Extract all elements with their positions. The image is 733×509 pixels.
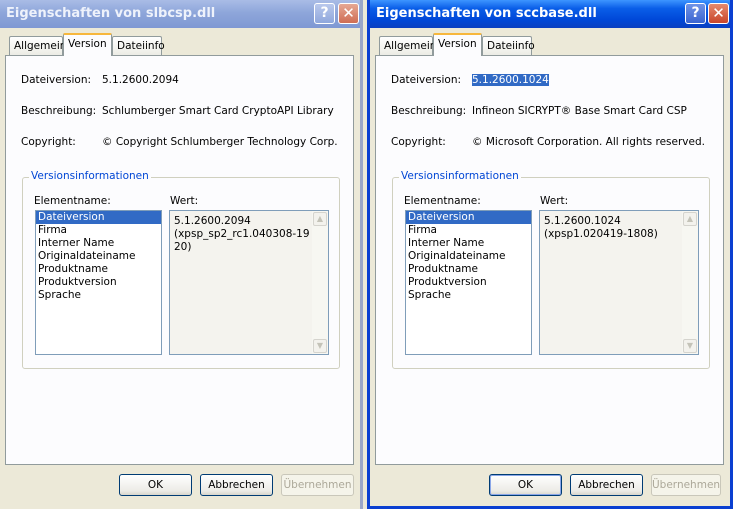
value-box[interactable]: 5.1.2600.2094 (xpsp_sp2_rc1.040308-19 20… <box>169 210 329 355</box>
copyright-label: Copyright: <box>391 136 446 148</box>
copyright-value: © Copyright Schlumberger Technology Corp… <box>102 136 338 148</box>
value-label: Wert: <box>170 195 199 207</box>
value-label: Wert: <box>540 195 569 207</box>
group-legend: Versionsinformationen <box>399 170 521 182</box>
file-version-label: Dateiversion: <box>391 74 462 86</box>
element-name-list[interactable]: Dateiversion Firma Interner Name Origina… <box>35 210 162 355</box>
file-version-value[interactable]: 5.1.2600.1024 <box>472 74 549 86</box>
scroll-down-arrow-icon[interactable]: ▼ <box>313 339 327 353</box>
copyright-label: Copyright: <box>21 136 76 148</box>
list-item[interactable]: Produktname <box>36 263 161 276</box>
window-title: Eigenschaften von sccbase.dll <box>376 6 597 21</box>
dialog-slbcsp-properties: Eigenschaften von slbcsp.dll ? ✕ Allgeme… <box>0 0 363 509</box>
help-icon[interactable]: ? <box>314 3 335 24</box>
file-version-label: Dateiversion: <box>21 74 92 86</box>
value-scrollbar[interactable]: ▲ ▼ <box>682 211 698 354</box>
list-item[interactable]: Firma <box>36 224 161 237</box>
tab-panel: Dateiversion: 5.1.2600.1024 Beschreibung… <box>375 55 724 465</box>
list-item[interactable]: Sprache <box>406 289 531 302</box>
list-item[interactable]: Firma <box>406 224 531 237</box>
scroll-down-arrow-icon[interactable]: ▼ <box>683 339 697 353</box>
description-value: Infineon SICRYPT® Base Smart Card CSP <box>472 105 687 117</box>
value-text: 5.1.2600.2094 (xpsp_sp2_rc1.040308-19 20… <box>174 215 310 253</box>
list-item[interactable]: Originaldateiname <box>406 250 531 263</box>
version-info-group: Versionsinformationen Elementname: Wert:… <box>22 170 340 369</box>
list-item[interactable]: Produktname <box>406 263 531 276</box>
help-icon[interactable]: ? <box>685 3 706 24</box>
scroll-up-arrow-icon[interactable]: ▲ <box>313 212 327 226</box>
title-bar[interactable]: Eigenschaften von slbcsp.dll ? ✕ <box>0 0 360 28</box>
copyright-value: © Microsoft Corporation. All rights rese… <box>472 136 705 148</box>
file-version-value: 5.1.2600.2094 <box>102 74 179 86</box>
tab-version[interactable]: Version <box>63 33 112 56</box>
list-item[interactable]: Produktversion <box>36 276 161 289</box>
group-legend: Versionsinformationen <box>29 170 151 182</box>
close-icon[interactable]: ✕ <box>708 3 729 24</box>
close-icon[interactable]: ✕ <box>338 3 359 24</box>
tab-allgemein[interactable]: Allgemein <box>9 36 66 55</box>
list-item[interactable]: Interner Name <box>36 237 161 250</box>
cancel-button[interactable]: Abbrechen <box>200 474 273 496</box>
tab-allgemein[interactable]: Allgemein <box>379 36 436 55</box>
value-text: 5.1.2600.1024 (xpsp1.020419-1808) <box>544 215 658 240</box>
element-name-label: Elementname: <box>34 195 111 207</box>
element-name-list[interactable]: Dateiversion Firma Interner Name Origina… <box>405 210 532 355</box>
list-item[interactable]: Originaldateiname <box>36 250 161 263</box>
cancel-button[interactable]: Abbrechen <box>570 474 643 496</box>
description-value: Schlumberger Smart Card CryptoAPI Librar… <box>102 105 334 117</box>
tab-version[interactable]: Version <box>433 33 482 56</box>
list-item[interactable]: Produktversion <box>406 276 531 289</box>
window-title: Eigenschaften von slbcsp.dll <box>6 6 216 21</box>
tab-dateiinfo[interactable]: Dateiinfo <box>482 36 535 55</box>
version-info-group: Versionsinformationen Elementname: Wert:… <box>392 170 710 369</box>
apply-button: Übernehmen <box>281 474 354 496</box>
list-item[interactable]: Dateiversion <box>36 211 161 224</box>
list-item[interactable]: Sprache <box>36 289 161 302</box>
value-scrollbar[interactable]: ▲ ▼ <box>312 211 328 354</box>
tab-dateiinfo[interactable]: Dateiinfo <box>112 36 165 55</box>
tab-panel: Dateiversion: 5.1.2600.2094 Beschreibung… <box>5 55 354 465</box>
description-label: Beschreibung: <box>391 105 467 117</box>
apply-button: Übernehmen <box>651 474 721 496</box>
dialog-sccbase-properties: Eigenschaften von sccbase.dll ? ✕ Allgem… <box>367 0 733 509</box>
title-bar[interactable]: Eigenschaften von sccbase.dll ? ✕ <box>370 0 730 28</box>
list-item[interactable]: Dateiversion <box>406 211 531 224</box>
ok-button[interactable]: OK <box>119 474 192 496</box>
element-name-label: Elementname: <box>404 195 481 207</box>
description-label: Beschreibung: <box>21 105 97 117</box>
scroll-up-arrow-icon[interactable]: ▲ <box>683 212 697 226</box>
ok-button[interactable]: OK <box>489 474 562 496</box>
list-item[interactable]: Interner Name <box>406 237 531 250</box>
value-box[interactable]: 5.1.2600.1024 (xpsp1.020419-1808) ▲ ▼ <box>539 210 699 355</box>
